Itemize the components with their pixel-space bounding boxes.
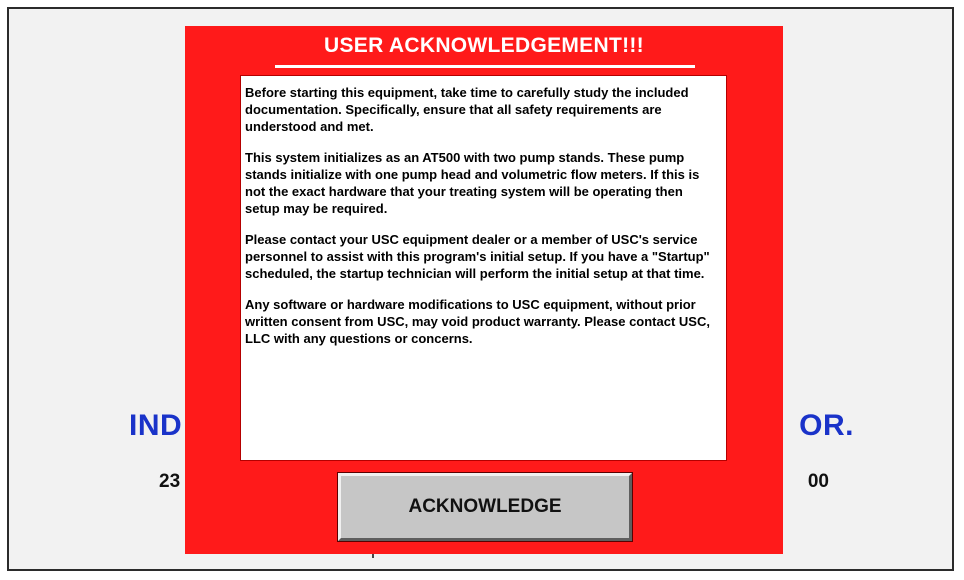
message-box: Before starting this equipment, take tim… xyxy=(240,75,727,461)
background-heading-left: IND xyxy=(129,409,183,442)
title-underline xyxy=(275,65,695,68)
message-paragraph: Before starting this equipment, take tim… xyxy=(245,85,689,134)
message-paragraph: Any software or hardware modifications t… xyxy=(245,297,710,346)
message-paragraph: Please contact your USC equipment dealer… xyxy=(245,232,710,281)
background-heading-right: OR. xyxy=(799,409,854,442)
acknowledgement-dialog: USER ACKNOWLEDGEMENT!!! Before starting … xyxy=(185,26,783,554)
background-subline-right: 00 xyxy=(807,471,829,492)
dialog-title: USER ACKNOWLEDGEMENT!!! xyxy=(324,34,644,57)
message-paragraph: This system initializes as an AT500 with… xyxy=(245,150,700,216)
background-mark xyxy=(372,554,374,558)
acknowledge-button[interactable]: ACKNOWLEDGE xyxy=(337,472,633,542)
background-subline-left: 23 xyxy=(159,471,181,492)
